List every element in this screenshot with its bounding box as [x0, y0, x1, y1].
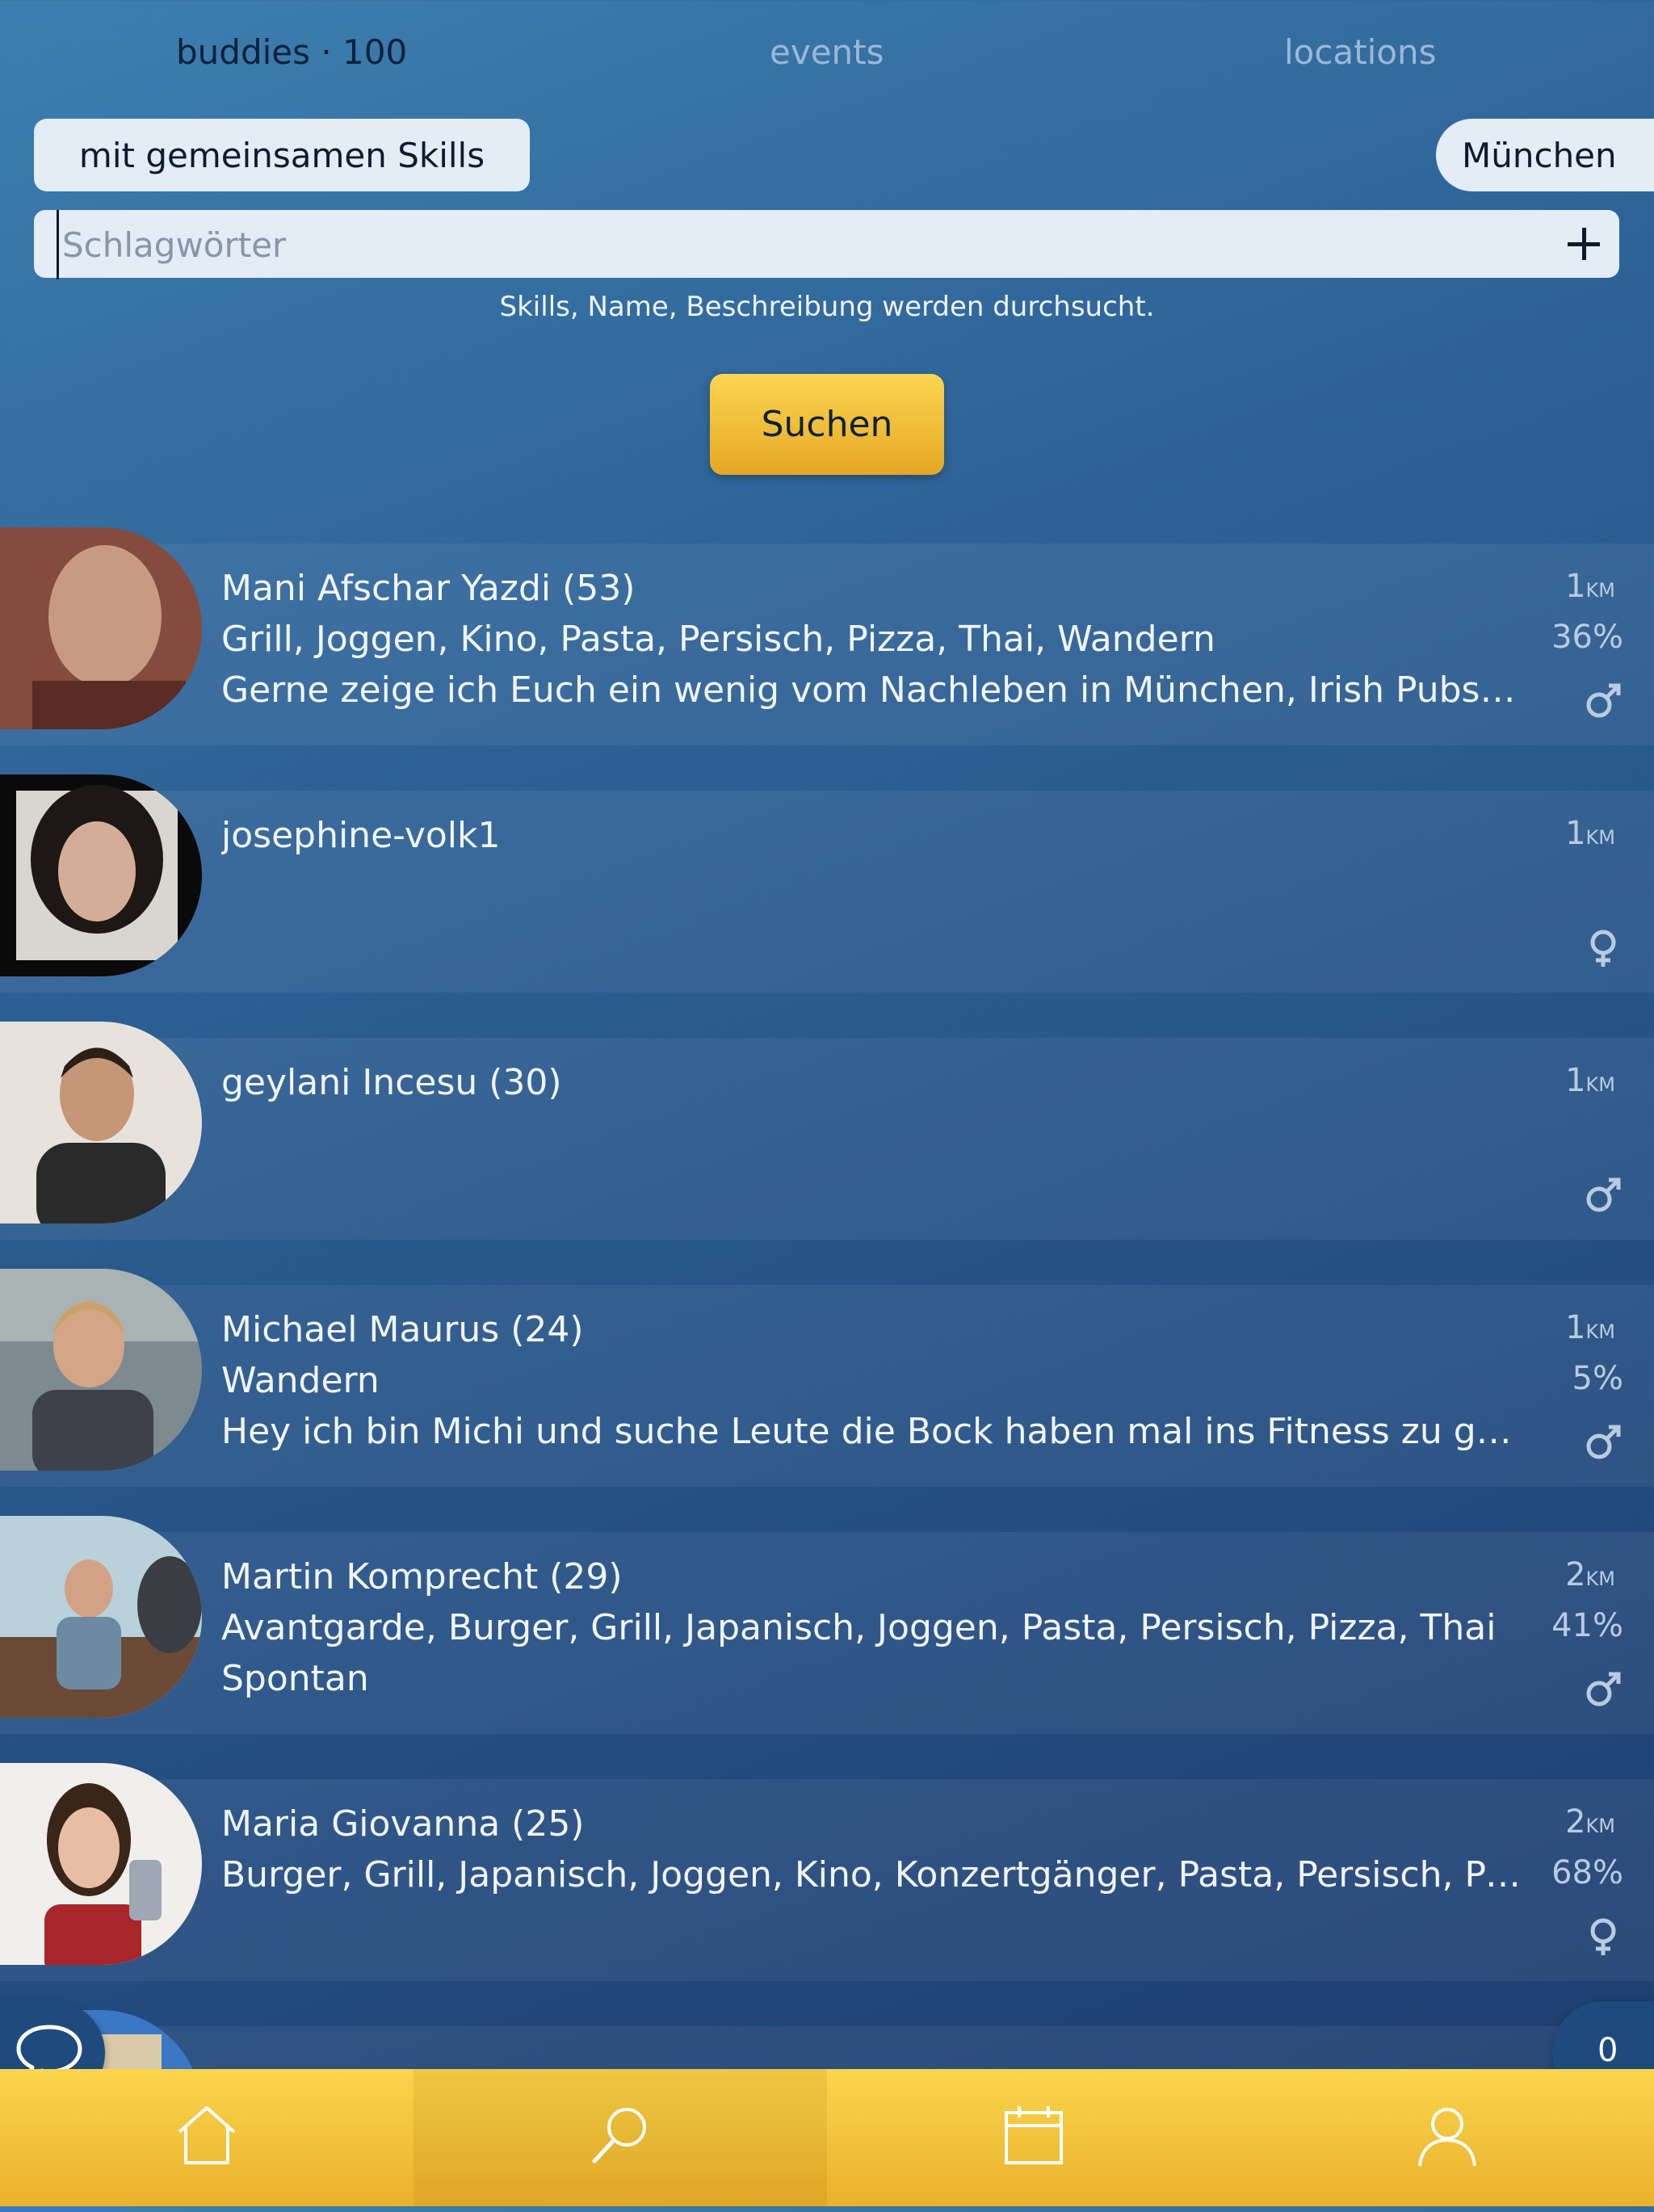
female-icon [1583, 928, 1623, 968]
buddy-description: Gerne zeige ich Euch ein wenig vom Nachl… [221, 669, 1522, 711]
nav-profile[interactable] [1240, 2069, 1654, 2206]
avatar [0, 1269, 202, 1471]
top-tabs: buddies · 100 events locations [0, 32, 1654, 89]
skills-filter-button[interactable]: mit gemeinsamen Skills [34, 119, 530, 191]
buddy-row[interactable]: Mani Afschar Yazdi (53) Grill, Joggen, K… [0, 527, 1654, 745]
buddy-skills: Wandern [221, 1360, 380, 1401]
nav-home[interactable] [0, 2069, 414, 2206]
buddy-name: Maria Giovanna (25) [221, 1803, 585, 1845]
male-icon [1583, 1175, 1623, 1215]
nav-calendar[interactable] [827, 2069, 1240, 2206]
nav-search[interactable] [414, 2069, 827, 2206]
tab-buddies[interactable]: buddies · 100 [176, 32, 407, 72]
buddy-skills: Burger, Grill, Japanisch, Joggen, Kino, … [221, 1854, 1522, 1895]
buddy-distance: 2KM [1565, 1803, 1615, 1841]
buddy-distance: 1KM [1565, 568, 1615, 605]
profile-icon [1418, 2108, 1476, 2167]
avatar [0, 1516, 202, 1718]
buddy-name: Michael Maurus (24) [221, 1309, 584, 1350]
buddy-distance: 1KM [1565, 1062, 1615, 1099]
calendar-icon [1005, 2106, 1063, 2164]
tab-locations[interactable]: locations [1284, 32, 1437, 72]
buddy-row[interactable]: Michael Maurus (24) Wandern Hey ich bin … [0, 1269, 1654, 1487]
search-icon [592, 2108, 646, 2164]
male-icon [1583, 1422, 1623, 1463]
avatar [0, 1763, 202, 1965]
buddy-match-percent: 41% [1551, 1607, 1623, 1644]
buddy-distance: 1KM [1565, 1309, 1615, 1346]
buddy-distance: 2KM [1565, 1556, 1615, 1593]
keyword-search-input[interactable] [57, 210, 1518, 279]
buddy-match-percent: 36% [1551, 619, 1623, 656]
buddy-description: Hey ich bin Michi und suche Leute die Bo… [221, 1411, 1522, 1452]
bottom-navigation [0, 2069, 1654, 2206]
male-icon [1583, 681, 1623, 721]
buddy-skills: Grill, Joggen, Kino, Pasta, Persisch, Pi… [221, 619, 1215, 660]
buddy-description: Spontan [221, 1658, 369, 1699]
add-keyword-icon[interactable] [1568, 228, 1600, 260]
avatar [0, 527, 202, 729]
male-icon [1583, 1669, 1623, 1710]
avatar [0, 1022, 202, 1224]
buddy-row[interactable] [0, 2010, 1654, 2212]
buddy-match-percent: 68% [1551, 1854, 1623, 1891]
buddy-row[interactable]: Martin Komprecht (29) Avantgarde, Burger… [0, 1516, 1654, 1734]
avatar [0, 774, 202, 976]
search-button[interactable]: Suchen [710, 374, 944, 475]
buddy-name: Martin Komprecht (29) [221, 1556, 623, 1597]
female-icon [1583, 1916, 1623, 1957]
search-hint: Skills, Name, Beschreibung werden durchs… [499, 291, 1155, 323]
buddy-skills: Avantgarde, Burger, Grill, Japanisch, Jo… [221, 1607, 1497, 1648]
search-bar [34, 210, 1619, 279]
buddy-name: josephine-volk1 [221, 815, 501, 856]
buddy-match-percent: 5% [1572, 1360, 1623, 1397]
buddy-row[interactable]: josephine-volk1 1KM [0, 774, 1654, 993]
city-filter-button[interactable]: München [1436, 119, 1654, 191]
buddy-name: geylani Incesu (30) [221, 1062, 562, 1103]
buddy-row[interactable]: geylani Incesu (30) 1KM [0, 1022, 1654, 1240]
buddy-row[interactable]: Maria Giovanna (25) Burger, Grill, Japan… [0, 1763, 1654, 1981]
tab-events[interactable]: events [770, 32, 884, 72]
buddy-distance: 1KM [1565, 815, 1615, 852]
home-icon [178, 2106, 236, 2164]
buddy-name: Mani Afschar Yazdi (53) [221, 568, 636, 609]
